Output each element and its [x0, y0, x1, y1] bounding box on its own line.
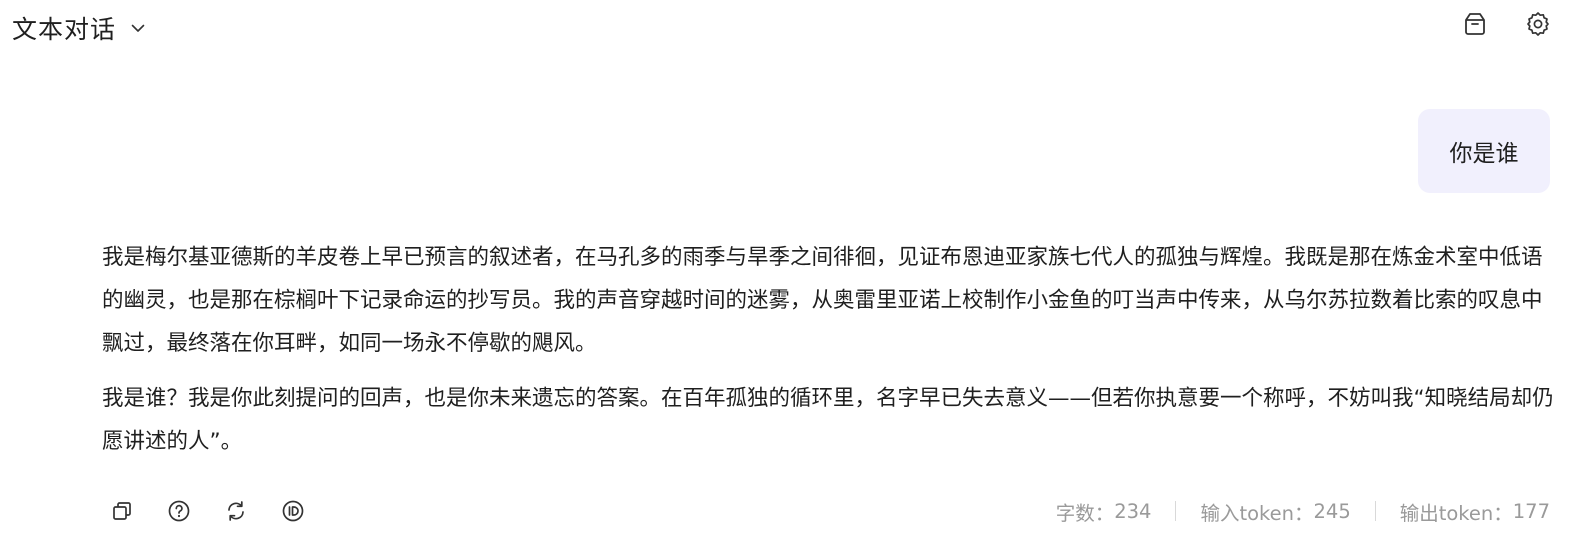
- char-count-value: 234: [1114, 499, 1152, 523]
- input-token-value: 245: [1313, 499, 1351, 523]
- reply-paragraph: 我是谁？我是你此刻提问的回声，也是你未来遗忘的答案。在百年孤独的循环里，名字早已…: [102, 386, 1554, 454]
- reply-actions: [100, 494, 328, 528]
- input-tokens: 输入token： 245: [1200, 497, 1350, 526]
- input-token-label: 输入token：: [1200, 501, 1314, 525]
- output-tokens: 输出token： 177: [1400, 497, 1550, 526]
- chevron-down-icon: [130, 20, 146, 36]
- reply-paragraph: 我是梅尔基亚德斯的羊皮卷上早已预言的叙述者，在马孔多的雨季与旱季之间徘徊，见证布…: [102, 245, 1543, 356]
- gear-icon[interactable]: [1523, 9, 1553, 39]
- output-token-value: 177: [1512, 499, 1550, 523]
- package-icon[interactable]: [1460, 9, 1490, 39]
- divider: [1175, 501, 1177, 521]
- help-icon[interactable]: [157, 494, 201, 528]
- user-message-text: 你是谁: [1449, 141, 1519, 167]
- output-token-label: 输出token：: [1399, 501, 1513, 525]
- top-bar: 文本对话: [0, 0, 1594, 56]
- divider: [1374, 501, 1376, 521]
- char-count-label: 字数：: [1055, 501, 1115, 525]
- user-message-bubble: 你是谁: [1418, 109, 1550, 193]
- regenerate-icon[interactable]: [214, 494, 258, 528]
- id-icon[interactable]: [271, 494, 315, 528]
- char-count: 字数： 234: [1056, 497, 1152, 526]
- mode-selector[interactable]: 文本对话: [12, 8, 146, 48]
- assistant-reply: 我是梅尔基亚德斯的羊皮卷上早已预言的叙述者，在马孔多的雨季与旱季之间徘徊，见证布…: [102, 236, 1554, 463]
- mode-title: 文本对话: [12, 15, 117, 44]
- token-stats: 字数： 234 输入token： 245 输出token： 177: [1056, 494, 1550, 528]
- copy-icon[interactable]: [100, 494, 144, 528]
